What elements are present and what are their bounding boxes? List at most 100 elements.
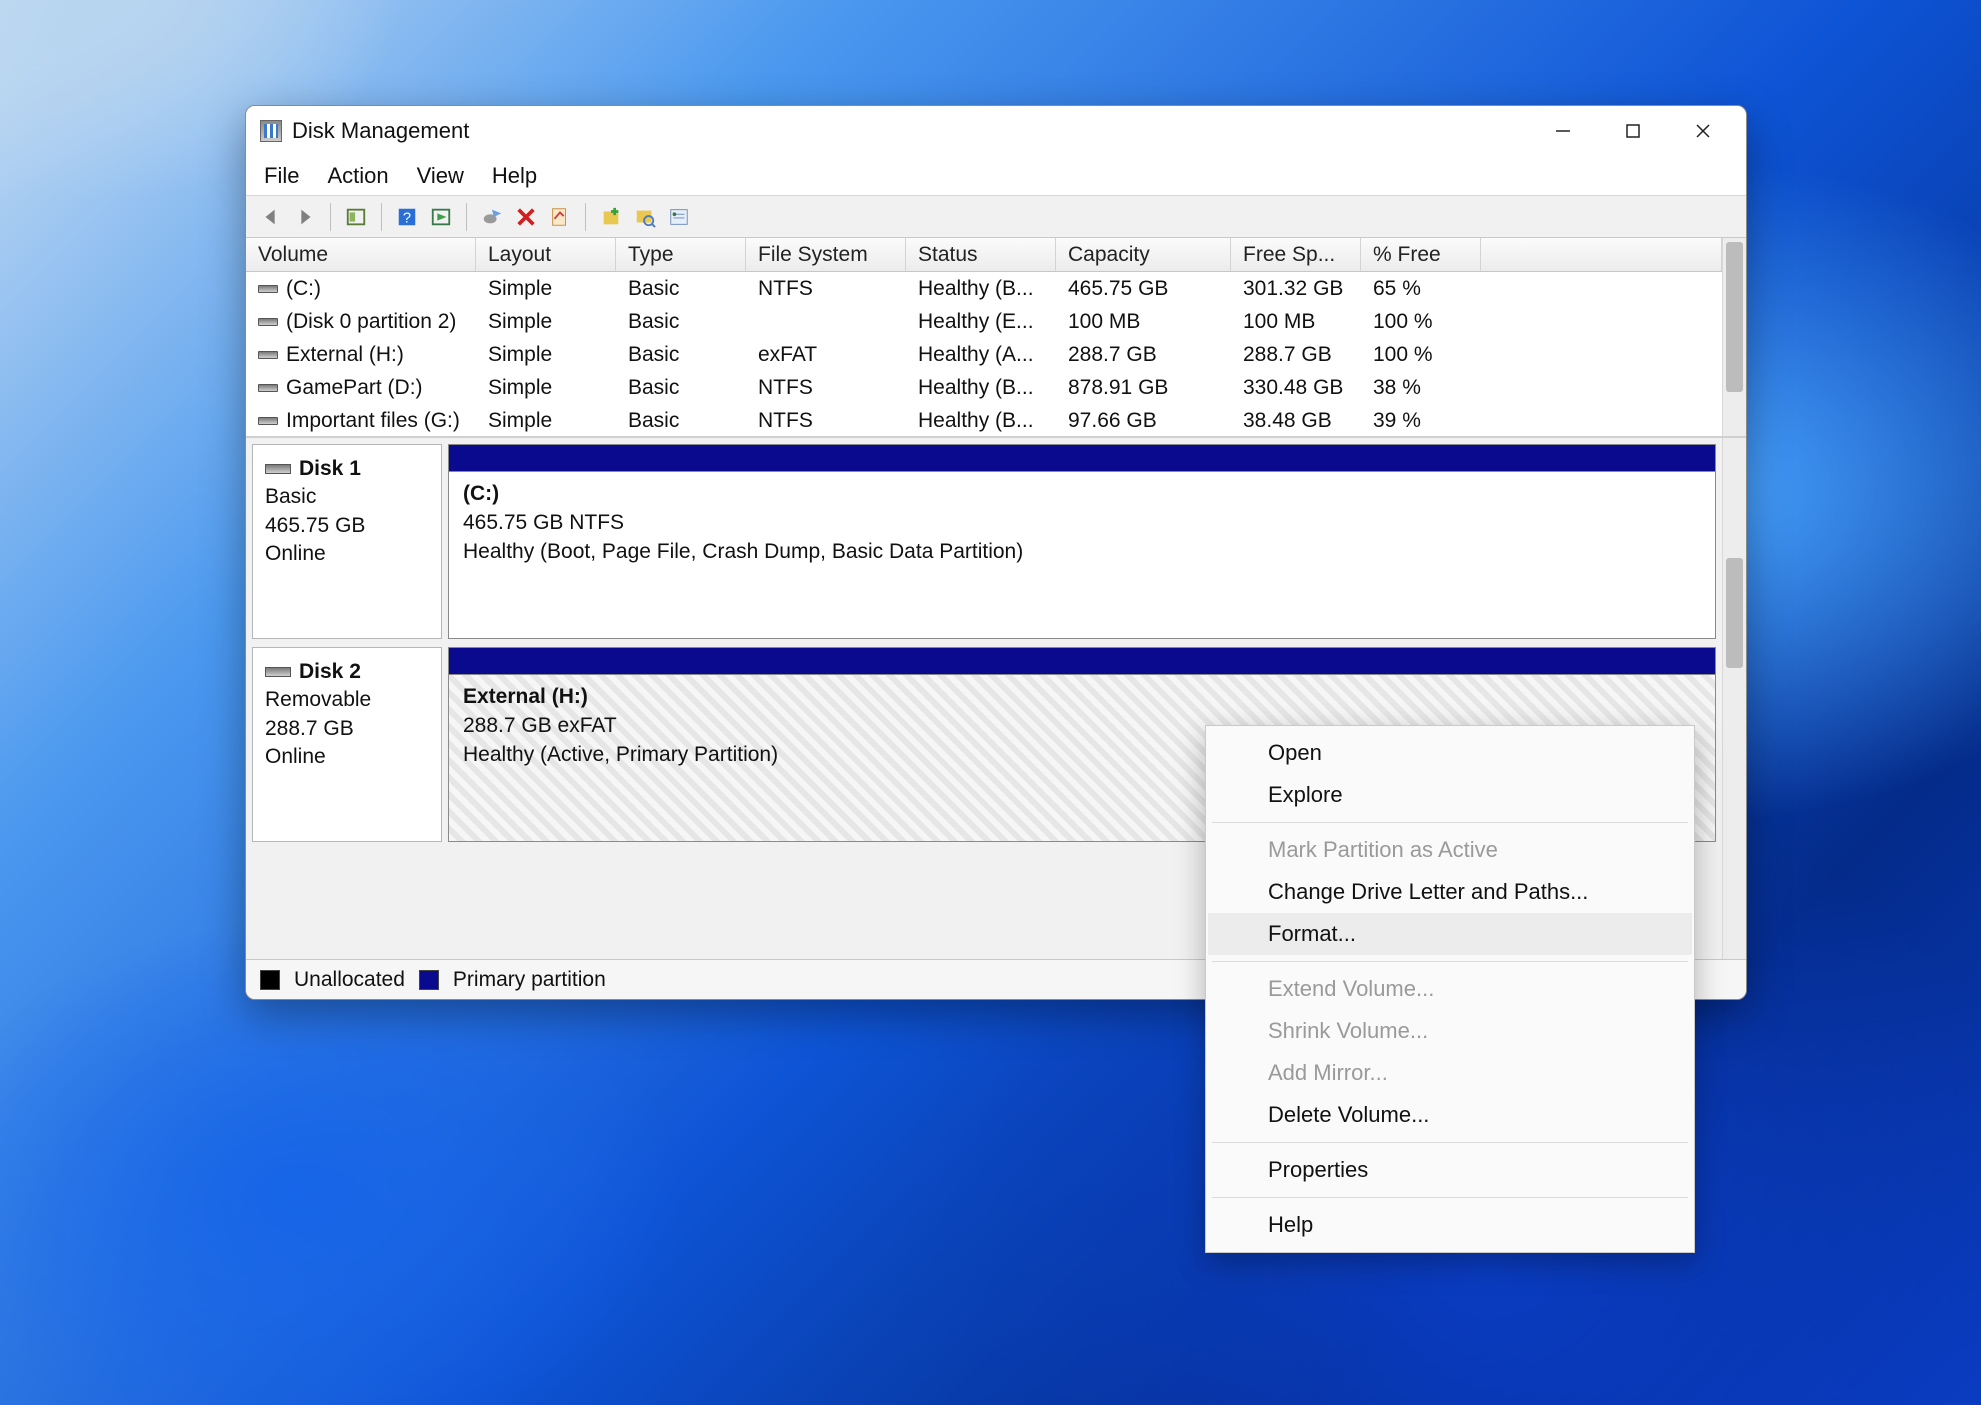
ctx-extend-volume: Extend Volume... (1208, 968, 1692, 1010)
menu-help[interactable]: Help (492, 163, 537, 189)
ctx-separator (1212, 1142, 1688, 1143)
ctx-separator (1212, 961, 1688, 962)
cell-volume: (C:) (286, 277, 321, 301)
legend-swatch-primary (419, 970, 439, 990)
action-list-icon[interactable] (426, 202, 456, 232)
delete-icon[interactable] (511, 202, 541, 232)
forward-button[interactable] (290, 202, 320, 232)
ctx-shrink-volume: Shrink Volume... (1208, 1010, 1692, 1052)
partition-details: (C:) 465.75 GB NTFS Healthy (Boot, Page … (449, 471, 1715, 638)
cell-layout: Simple (476, 277, 616, 301)
disk-info[interactable]: Disk 2 Removable 288.7 GB Online (252, 647, 442, 842)
menu-view[interactable]: View (417, 163, 464, 189)
disk-row: Disk 1 Basic 465.75 GB Online (C:) 465.7… (252, 444, 1716, 639)
cell-capacity: 878.91 GB (1056, 376, 1231, 400)
cell-volume: GamePart (D:) (286, 376, 423, 400)
col-layout[interactable]: Layout (476, 238, 616, 271)
ctx-delete-volume[interactable]: Delete Volume... (1208, 1094, 1692, 1136)
new-volume-icon[interactable] (596, 202, 626, 232)
ctx-properties[interactable]: Properties (1208, 1149, 1692, 1191)
disk-info[interactable]: Disk 1 Basic 465.75 GB Online (252, 444, 442, 639)
cell-pct: 39 % (1361, 409, 1481, 433)
svg-text:?: ? (403, 210, 411, 226)
show-hide-console-tree-icon[interactable] (341, 202, 371, 232)
col-volume[interactable]: Volume (246, 238, 476, 271)
disk-icon (265, 464, 291, 474)
properties-icon[interactable] (545, 202, 575, 232)
cell-volume: Important files (G:) (286, 409, 460, 433)
cell-fs: NTFS (746, 277, 906, 301)
back-button[interactable] (256, 202, 286, 232)
disk-icon (265, 667, 291, 677)
col-status[interactable]: Status (906, 238, 1056, 271)
cell-free: 288.7 GB (1231, 343, 1361, 367)
cell-status: Healthy (B... (906, 409, 1056, 433)
ctx-help[interactable]: Help (1208, 1204, 1692, 1246)
volume-list-scrollbar[interactable] (1722, 238, 1746, 436)
volume-icon (258, 351, 278, 359)
maximize-button[interactable] (1598, 106, 1668, 156)
col-pctfree[interactable]: % Free (1361, 238, 1481, 271)
volume-icon (258, 318, 278, 326)
cell-type: Basic (616, 310, 746, 334)
cell-volume: (Disk 0 partition 2) (286, 310, 456, 334)
col-freespace[interactable]: Free Sp... (1231, 238, 1361, 271)
refresh-icon[interactable] (477, 202, 507, 232)
cell-status: Healthy (B... (906, 376, 1056, 400)
volume-icon (258, 417, 278, 425)
partition-block[interactable]: (C:) 465.75 GB NTFS Healthy (Boot, Page … (448, 444, 1716, 639)
partition-color-bar (449, 445, 1715, 471)
col-type[interactable]: Type (616, 238, 746, 271)
table-row[interactable]: (C:)SimpleBasicNTFSHealthy (B...465.75 G… (246, 272, 1722, 305)
table-row[interactable]: GamePart (D:)SimpleBasicNTFSHealthy (B..… (246, 371, 1722, 404)
help-icon[interactable]: ? (392, 202, 422, 232)
disk-graph-scrollbar[interactable] (1722, 438, 1746, 959)
ctx-add-mirror: Add Mirror... (1208, 1052, 1692, 1094)
toolbar: ? (246, 196, 1746, 238)
close-button[interactable] (1668, 106, 1738, 156)
cell-capacity: 288.7 GB (1056, 343, 1231, 367)
col-filesystem[interactable]: File System (746, 238, 906, 271)
cell-capacity: 100 MB (1056, 310, 1231, 334)
cell-type: Basic (616, 409, 746, 433)
cell-pct: 65 % (1361, 277, 1481, 301)
menu-action[interactable]: Action (327, 163, 388, 189)
partition-color-bar (449, 648, 1715, 674)
cell-pct: 38 % (1361, 376, 1481, 400)
ctx-open[interactable]: Open (1208, 732, 1692, 774)
legend-label-unallocated: Unallocated (294, 968, 405, 992)
cell-status: Healthy (A... (906, 343, 1056, 367)
cell-fs: NTFS (746, 376, 906, 400)
legend-swatch-unallocated (260, 970, 280, 990)
volume-list-pane: Volume Layout Type File System Status Ca… (246, 238, 1746, 438)
table-row[interactable]: External (H:)SimpleBasicexFATHealthy (A.… (246, 338, 1722, 371)
ctx-explore[interactable]: Explore (1208, 774, 1692, 816)
cell-free: 100 MB (1231, 310, 1361, 334)
cell-pct: 100 % (1361, 310, 1481, 334)
ctx-format[interactable]: Format... (1208, 913, 1692, 955)
cell-type: Basic (616, 343, 746, 367)
minimize-button[interactable] (1528, 106, 1598, 156)
window-title: Disk Management (292, 118, 469, 144)
cell-pct: 100 % (1361, 343, 1481, 367)
col-capacity[interactable]: Capacity (1056, 238, 1231, 271)
cell-type: Basic (616, 277, 746, 301)
legend-label-primary: Primary partition (453, 968, 606, 992)
ctx-change-drive-letter[interactable]: Change Drive Letter and Paths... (1208, 871, 1692, 913)
table-row[interactable]: Important files (G:)SimpleBasicNTFSHealt… (246, 404, 1722, 436)
menu-file[interactable]: File (264, 163, 299, 189)
menubar: File Action View Help (246, 156, 1746, 196)
context-menu: Open Explore Mark Partition as Active Ch… (1205, 725, 1695, 1253)
cell-layout: Simple (476, 310, 616, 334)
volume-icon (258, 285, 278, 293)
settings-list-icon[interactable] (664, 202, 694, 232)
explore-icon[interactable] (630, 202, 660, 232)
titlebar[interactable]: Disk Management (246, 106, 1746, 156)
ctx-separator (1212, 1197, 1688, 1198)
cell-fs: NTFS (746, 409, 906, 433)
cell-capacity: 465.75 GB (1056, 277, 1231, 301)
cell-layout: Simple (476, 376, 616, 400)
cell-free: 38.48 GB (1231, 409, 1361, 433)
table-row[interactable]: (Disk 0 partition 2)SimpleBasicHealthy (… (246, 305, 1722, 338)
cell-layout: Simple (476, 343, 616, 367)
